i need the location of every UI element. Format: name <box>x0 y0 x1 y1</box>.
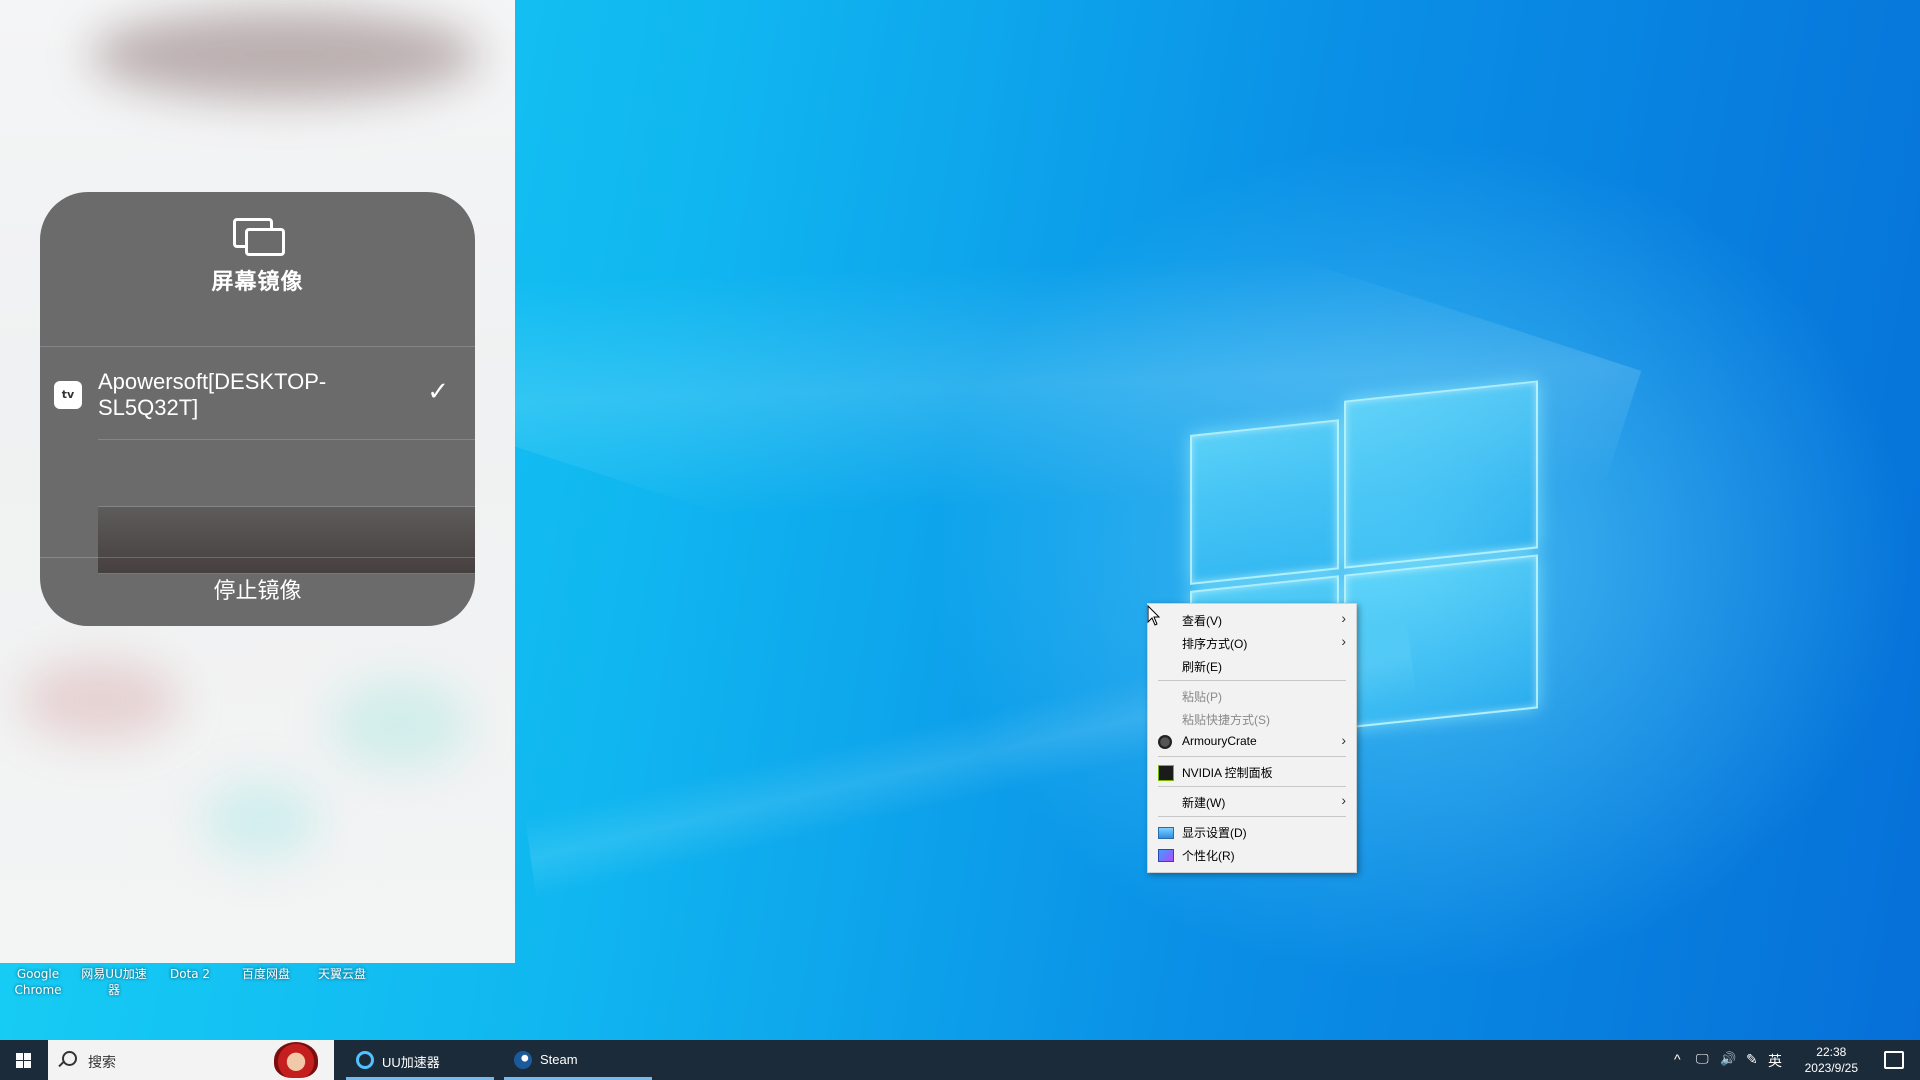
menu-item-label: 刷新(E) <box>1182 660 1222 674</box>
chevron-right-icon: › <box>1341 732 1346 748</box>
menu-item-nvidia-control-panel[interactable]: NVIDIA 控制面板 <box>1148 760 1356 783</box>
menu-item-label: NVIDIA 控制面板 <box>1182 766 1273 780</box>
screen-mirroring-panel: 屏幕镜像 tv Apowersoft[DESKTOP-SL5Q32T] ✓ 停止… <box>0 0 515 963</box>
device-name: Apowersoft[DESKTOP-SL5Q32T] <box>98 369 327 420</box>
display-icon <box>1158 827 1174 839</box>
menu-item-armourycrate[interactable]: ArmouryCrate › <box>1148 730 1356 753</box>
apple-tv-icon: tv <box>54 381 82 409</box>
mouse-cursor-icon <box>1147 605 1161 626</box>
menu-item-label: 排序方式(O) <box>1182 637 1248 651</box>
windows-logo-icon-part <box>16 1061 23 1068</box>
search-icon <box>62 1051 77 1066</box>
mirroring-header: 屏幕镜像 <box>40 218 475 347</box>
logo-pane-br <box>1344 554 1538 729</box>
search-placeholder: 搜索 <box>88 1054 116 1070</box>
taskbar: 搜索 UU加速器 Steam ^ 🖵 🔊 ✎ 英 22:38 2023/9/25 <box>0 1040 1920 1080</box>
blurred-background <box>330 680 470 770</box>
desktop-icon-dota2[interactable]: Dota 2 <box>160 966 220 982</box>
notification-center-icon[interactable] <box>1884 1051 1904 1069</box>
network-icon[interactable]: 🖵 <box>1696 1051 1709 1067</box>
blurred-background <box>20 660 180 740</box>
menu-item-label: 新建(W) <box>1182 796 1226 810</box>
show-hidden-icons-chevron-icon[interactable]: ^ <box>1674 1051 1681 1067</box>
chevron-right-icon: › <box>1341 792 1346 808</box>
menu-separator <box>1158 680 1346 681</box>
logo-pane-tr <box>1344 380 1538 569</box>
taskbar-search-box[interactable]: 搜索 <box>48 1040 334 1080</box>
menu-separator <box>1158 786 1346 787</box>
menu-item-display-settings[interactable]: 显示设置(D) <box>1148 820 1356 843</box>
taskbar-app-label: Steam <box>540 1052 578 1067</box>
menu-separator <box>1158 756 1346 757</box>
system-tray: ^ 🖵 🔊 ✎ 英 22:38 2023/9/25 <box>1660 1040 1920 1080</box>
mirroring-empty-row <box>98 440 475 507</box>
clock-date: 2023/9/25 <box>1804 1061 1858 1075</box>
mirroring-title: 屏幕镜像 <box>211 270 304 295</box>
menu-item-label: 粘贴(P) <box>1182 690 1222 704</box>
windows-logo-icon-part <box>24 1061 31 1068</box>
clock-time: 22:38 <box>1816 1045 1847 1059</box>
menu-item-new[interactable]: 新建(W) › <box>1148 790 1356 813</box>
menu-item-personalize[interactable]: 个性化(R) <box>1148 843 1356 866</box>
volume-icon[interactable]: 🔊 <box>1720 1051 1736 1067</box>
menu-item-label: ArmouryCrate <box>1182 734 1257 748</box>
checkmark-icon: ✓ <box>427 377 449 407</box>
taskbar-clock[interactable]: 22:38 2023/9/25 <box>1805 1044 1858 1076</box>
menu-item-label: 显示设置(D) <box>1182 826 1247 840</box>
menu-item-paste: 粘贴(P) <box>1148 684 1356 707</box>
steam-icon <box>514 1051 532 1069</box>
desktop-icon-chrome[interactable]: Google Chrome <box>8 966 68 998</box>
screen-mirroring-icon <box>232 218 285 256</box>
menu-separator <box>1158 816 1346 817</box>
desktop-context-menu: 查看(V) › 排序方式(O) › 刷新(E) 粘贴(P) 粘贴快捷方式(S) … <box>1147 603 1357 873</box>
ime-indicator[interactable]: 英 <box>1768 1051 1782 1071</box>
screen-mirroring-card: 屏幕镜像 tv Apowersoft[DESKTOP-SL5Q32T] ✓ 停止… <box>40 192 475 626</box>
chevron-right-icon: › <box>1341 610 1346 626</box>
desktop-icon-baidu-netdisk[interactable]: 百度网盘 <box>236 966 296 982</box>
nvidia-icon <box>1158 765 1174 781</box>
menu-item-refresh[interactable]: 刷新(E) <box>1148 654 1356 677</box>
search-highlight-illustration <box>274 1042 318 1078</box>
menu-item-label: 粘贴快捷方式(S) <box>1182 713 1270 727</box>
menu-item-view[interactable]: 查看(V) › <box>1148 608 1356 631</box>
pen-ink-icon[interactable]: ✎ <box>1746 1051 1758 1068</box>
taskbar-app-label: UU加速器 <box>382 1055 440 1070</box>
desktop-icon-tianyi-cloud[interactable]: 天翼云盘 <box>312 966 372 982</box>
taskbar-app-uu[interactable]: UU加速器 <box>346 1040 494 1080</box>
menu-item-label: 查看(V) <box>1182 614 1222 628</box>
windows-logo-icon-part <box>24 1053 31 1060</box>
stop-mirroring-button[interactable]: 停止镜像 <box>40 557 475 626</box>
menu-item-label: 个性化(R) <box>1182 849 1235 863</box>
chevron-right-icon: › <box>1341 633 1346 649</box>
blurred-background <box>90 10 480 100</box>
uu-icon <box>356 1051 374 1069</box>
mirroring-device-item[interactable]: tv Apowersoft[DESKTOP-SL5Q32T] ✓ <box>54 347 475 440</box>
personalize-icon <box>1158 849 1174 862</box>
logo-pane-tl <box>1190 419 1339 585</box>
windows-logo-icon <box>16 1053 23 1060</box>
desktop-icon-uu[interactable]: 网易UU加速 器 <box>78 966 150 998</box>
menu-item-paste-shortcut: 粘贴快捷方式(S) <box>1148 707 1356 730</box>
blurred-background <box>200 780 320 860</box>
armourycrate-icon <box>1158 735 1172 749</box>
taskbar-app-steam[interactable]: Steam <box>504 1040 652 1080</box>
start-button[interactable] <box>0 1040 48 1080</box>
menu-item-sort-by[interactable]: 排序方式(O) › <box>1148 631 1356 654</box>
